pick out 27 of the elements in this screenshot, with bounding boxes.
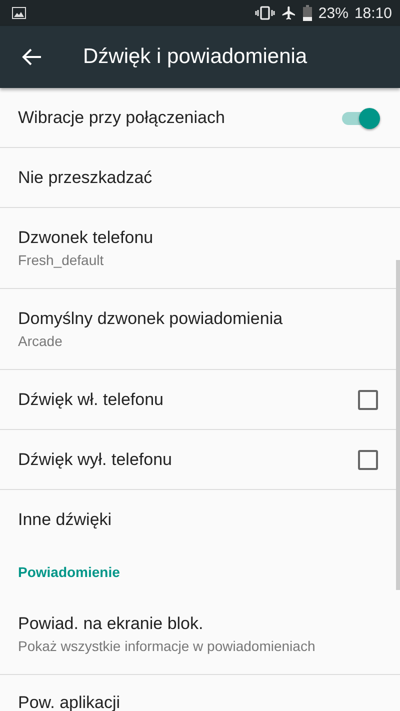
airplane-icon (281, 5, 298, 21)
clock: 18:10 (354, 4, 392, 22)
vibrate-icon (255, 6, 276, 20)
battery-icon (303, 5, 312, 21)
item-summary: Pokaż wszystkie informacje w powiadomieniach (18, 638, 316, 654)
item-title: Powiad. na ekranie blok. (18, 614, 204, 634)
screen-title: Dźwięk i powiadomienia (83, 45, 308, 69)
item-title: Dzwonek telefonu (18, 228, 154, 248)
image-icon (12, 7, 26, 19)
checkbox[interactable] (358, 450, 378, 470)
settings-item[interactable]: Wibracje przy połączeniach (0, 88, 400, 148)
section-header: Powiadomienie (17, 563, 121, 582)
checkbox[interactable] (358, 390, 378, 410)
settings-item[interactable]: Powiad. na ekranie blok. Pokaż wszystkie informacje w powiadomieniach (0, 594, 400, 675)
item-summary: Fresh_default (18, 252, 105, 268)
item-title: Domyślny dzwonek powiadomienia (18, 309, 284, 329)
item-title: Dźwięk wył. telefonu (18, 450, 174, 470)
item-title: Dźwięk wł. telefonu (18, 390, 165, 410)
item-title: Inne dźwięki (18, 510, 113, 530)
item-summary: Arcade (18, 333, 64, 349)
item-title: Nie przeszkadzać (18, 168, 154, 188)
settings-item[interactable]: Nie przeszkadzać (0, 148, 400, 208)
back-arrow-icon[interactable] (22, 48, 42, 66)
settings-item[interactable]: Inne dźwięki (0, 490, 400, 550)
battery-percent: 23% (318, 4, 348, 22)
item-title: Wibracje przy połączeniach (18, 108, 226, 128)
toggle-switch[interactable] (340, 106, 378, 130)
